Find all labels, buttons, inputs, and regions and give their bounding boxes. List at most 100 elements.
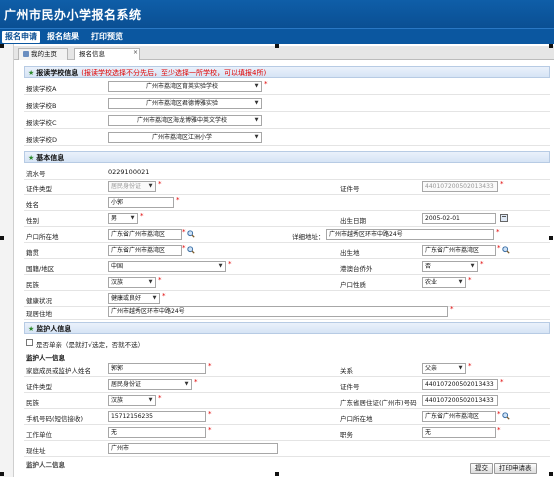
required-mark: * — [500, 378, 504, 386]
name-row: 姓名 小郭 * — [24, 196, 550, 211]
required-mark: * — [468, 276, 472, 284]
hukoutype-select[interactable]: 农业 ▼ — [422, 277, 466, 288]
birth-input[interactable]: 2005-02-01 — [422, 213, 496, 224]
hkmo-label: 港澳台侨外 — [340, 265, 373, 273]
required-mark: * — [162, 292, 166, 300]
phone-input[interactable]: 15712156235 — [108, 411, 206, 422]
country-label: 国籍/地区 — [26, 265, 55, 273]
chevron-down-icon: ▼ — [470, 263, 475, 269]
required-mark: * — [158, 180, 162, 188]
idtype-select[interactable]: 居民身份证 ▼ — [108, 181, 156, 192]
basic-section-title: 基本信息 — [36, 154, 65, 162]
ethnic-row: 民族 汉族 ▼ * 户口性质 农业 ▼ * — [24, 276, 550, 291]
chevron-down-icon: ▼ — [148, 397, 153, 403]
required-mark: * — [176, 196, 180, 204]
name-input[interactable]: 小郭 — [108, 197, 174, 208]
address-input[interactable]: 广州市越秀区环市中路24号 — [326, 229, 494, 240]
basic-section-header: ★ 基本信息 — [24, 151, 550, 163]
school-row-b: 报读学校B 广州市荔湾区君德博雅实验 ▼ — [24, 97, 550, 112]
required-mark: * — [194, 378, 198, 386]
now-address-row: 现住址 广州市 — [24, 442, 550, 457]
gender-select[interactable]: 男 ▼ — [108, 213, 138, 224]
idno-input[interactable]: 440107200502013433 — [422, 181, 498, 192]
print-application-button[interactable]: 打印申请表 — [494, 463, 537, 474]
submit-button[interactable]: 提交 — [470, 463, 493, 474]
guardian-hukou-input[interactable]: 广东省广州市荔湾区 — [422, 411, 496, 422]
school-d-select[interactable]: 广州市荔湾区江洲小学 ▼ — [108, 132, 262, 143]
resize-handle[interactable] — [275, 472, 279, 476]
single-parent-row: 是否单亲（是就打√选定，否就不选） — [24, 336, 550, 351]
now-address-input[interactable]: 广州市 — [108, 443, 278, 454]
search-icon[interactable] — [502, 412, 510, 420]
country-select[interactable]: 中国 ▼ — [108, 261, 226, 272]
ethnic-select[interactable]: 汉族 ▼ — [108, 277, 156, 288]
guardian-ethnic-select[interactable]: 汉族 ▼ — [108, 395, 156, 406]
hukou-input[interactable]: 广东省广州市荔湾区 — [108, 229, 182, 240]
guardian-idtype-label: 证件类型 — [26, 383, 52, 391]
chevron-down-icon: ▼ — [254, 134, 259, 140]
ethnic-value: 汉族 — [111, 279, 124, 286]
guardian-idtype-select[interactable]: 居民身份证 ▼ — [108, 379, 192, 390]
guardian-gdid-input[interactable]: 440107200502013433 — [422, 395, 498, 406]
work-input[interactable]: 无 — [108, 427, 206, 438]
required-mark: * — [480, 260, 484, 268]
phone-label: 手机号码(短信接收) — [26, 415, 84, 423]
school-a-select[interactable]: 广州市荔湾区育英实验学校 ▼ — [108, 81, 262, 92]
residence-label: 现居住地 — [26, 310, 52, 318]
health-select[interactable]: 健康或良好 ▼ — [108, 293, 160, 304]
guardian-section-header: ★ 监护人信息 — [24, 322, 550, 334]
guardian-idno-label: 证件号 — [340, 383, 360, 391]
guardian-ethnic-label: 民族 — [26, 399, 39, 407]
required-mark: * — [496, 228, 500, 236]
required-mark: * — [497, 410, 501, 418]
resize-handle[interactable] — [549, 236, 553, 240]
native-input[interactable]: 广东省广州市荔湾区 — [108, 245, 182, 256]
resize-handle[interactable] — [549, 472, 553, 476]
name-label: 姓名 — [26, 201, 39, 209]
search-icon[interactable] — [502, 246, 510, 254]
required-mark: * — [497, 244, 501, 252]
school-row-a: 报读学校A 广州市荔湾区育英实验学校 ▼ * — [24, 80, 550, 95]
birthplace-input[interactable]: 广东省广州市荔湾区 — [422, 245, 496, 256]
school-c-select[interactable]: 广州市荔湾区海龙博雅中英文学校 ▼ — [108, 115, 262, 126]
required-mark: * — [468, 362, 472, 370]
hukoutype-label: 户口性质 — [340, 281, 366, 289]
school-a-value: 广州市荔湾区育英实验学校 — [145, 83, 218, 90]
relation-label: 关系 — [340, 367, 353, 375]
resize-handle[interactable] — [0, 236, 4, 240]
search-icon[interactable] — [187, 246, 195, 254]
job-input[interactable]: 无 — [422, 427, 496, 438]
hkmo-select[interactable]: 否 ▼ — [422, 261, 478, 272]
relation-select[interactable]: 父亲 ▼ — [422, 363, 466, 374]
school-b-select[interactable]: 广州市荔湾区君德博雅实验 ▼ — [108, 98, 262, 109]
health-label: 健康状况 — [26, 297, 52, 305]
resize-handle[interactable] — [549, 44, 553, 48]
guardian-one-subtitle: 监护人一信息 — [26, 354, 65, 362]
resize-handle[interactable] — [275, 44, 279, 48]
star-icon: ★ — [28, 325, 35, 333]
guardian-name-input[interactable]: 郭郭 — [108, 363, 206, 374]
school-row-d: 报读学校D 广州市荔湾区江洲小学 ▼ — [24, 131, 550, 146]
health-value: 健康或良好 — [111, 295, 142, 302]
guardian-two-subtitle: 监护人二信息 — [26, 461, 65, 469]
native-label: 籍贯 — [26, 249, 39, 257]
required-mark: * — [500, 180, 504, 188]
calendar-icon[interactable] — [500, 214, 508, 222]
chevron-down-icon: ▼ — [458, 365, 463, 371]
idtype-value: 居民身份证 — [111, 183, 142, 190]
search-icon[interactable] — [187, 230, 195, 238]
idtype-row: 证件类型 居民身份证 ▼ * 证件号 440107200502013433 * — [24, 180, 550, 195]
guardian-idtype-value: 居民身份证 — [111, 381, 142, 388]
single-parent-checkbox[interactable] — [26, 339, 33, 346]
guardian-hukou-label: 户口所在地 — [340, 415, 373, 423]
resize-handle[interactable] — [0, 44, 4, 48]
residence-input[interactable]: 广州市越秀区环市中路24号 — [108, 306, 448, 317]
guardian-name-label: 家庭成员或监护人姓名 — [26, 367, 91, 375]
required-mark: * — [158, 276, 162, 284]
school-d-value: 广州市荔湾区江洲小学 — [151, 134, 212, 141]
school-a-label: 报读学校A — [26, 85, 57, 93]
phone-row: 手机号码(短信接收) 15712156235 * 户口所在地 广东省广州市荔湾区… — [24, 410, 550, 425]
resize-handle[interactable] — [0, 472, 4, 476]
school-b-label: 报读学校B — [26, 102, 57, 110]
guardian-idno-input[interactable]: 440107200502013433 — [422, 379, 498, 390]
